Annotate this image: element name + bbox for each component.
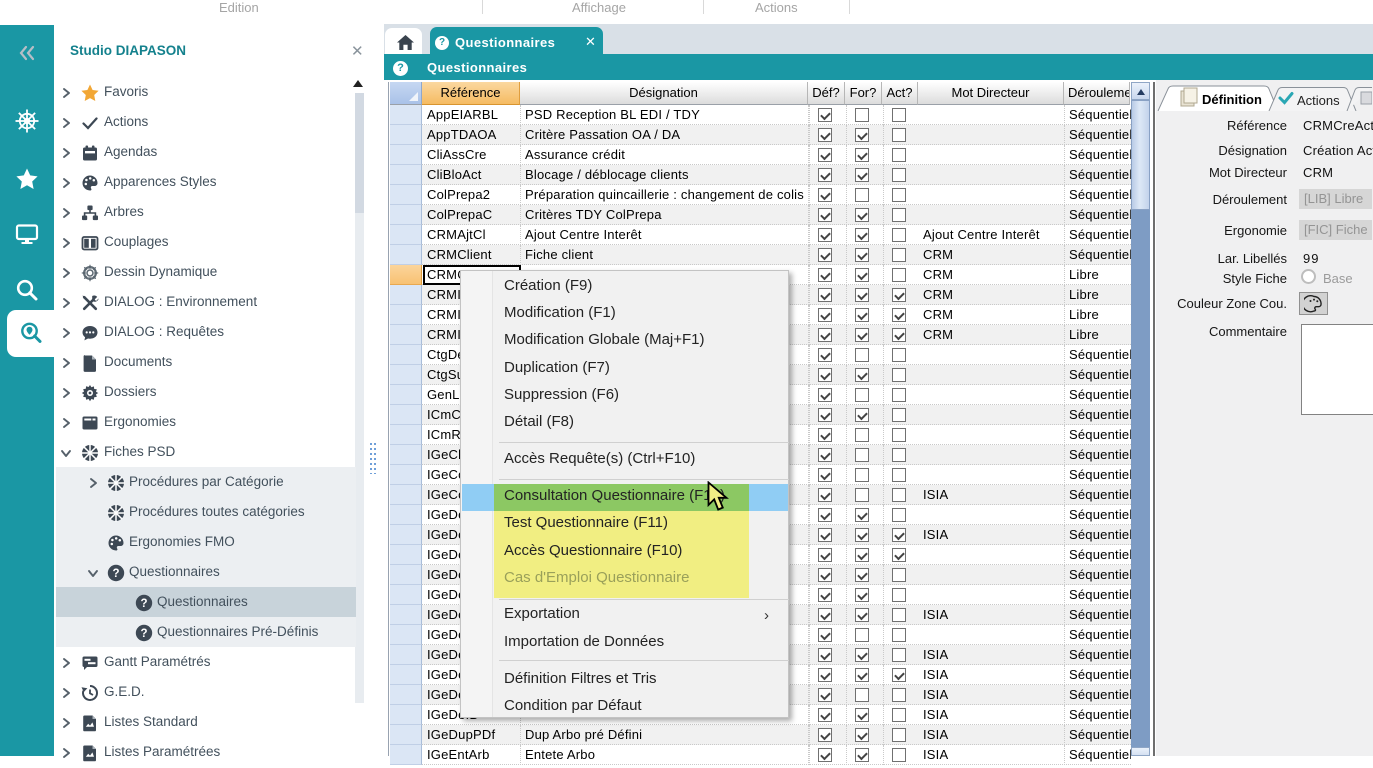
- svg-text:?: ?: [140, 628, 147, 640]
- svg-text:?: ?: [112, 568, 119, 580]
- svg-text:?: ?: [140, 598, 147, 610]
